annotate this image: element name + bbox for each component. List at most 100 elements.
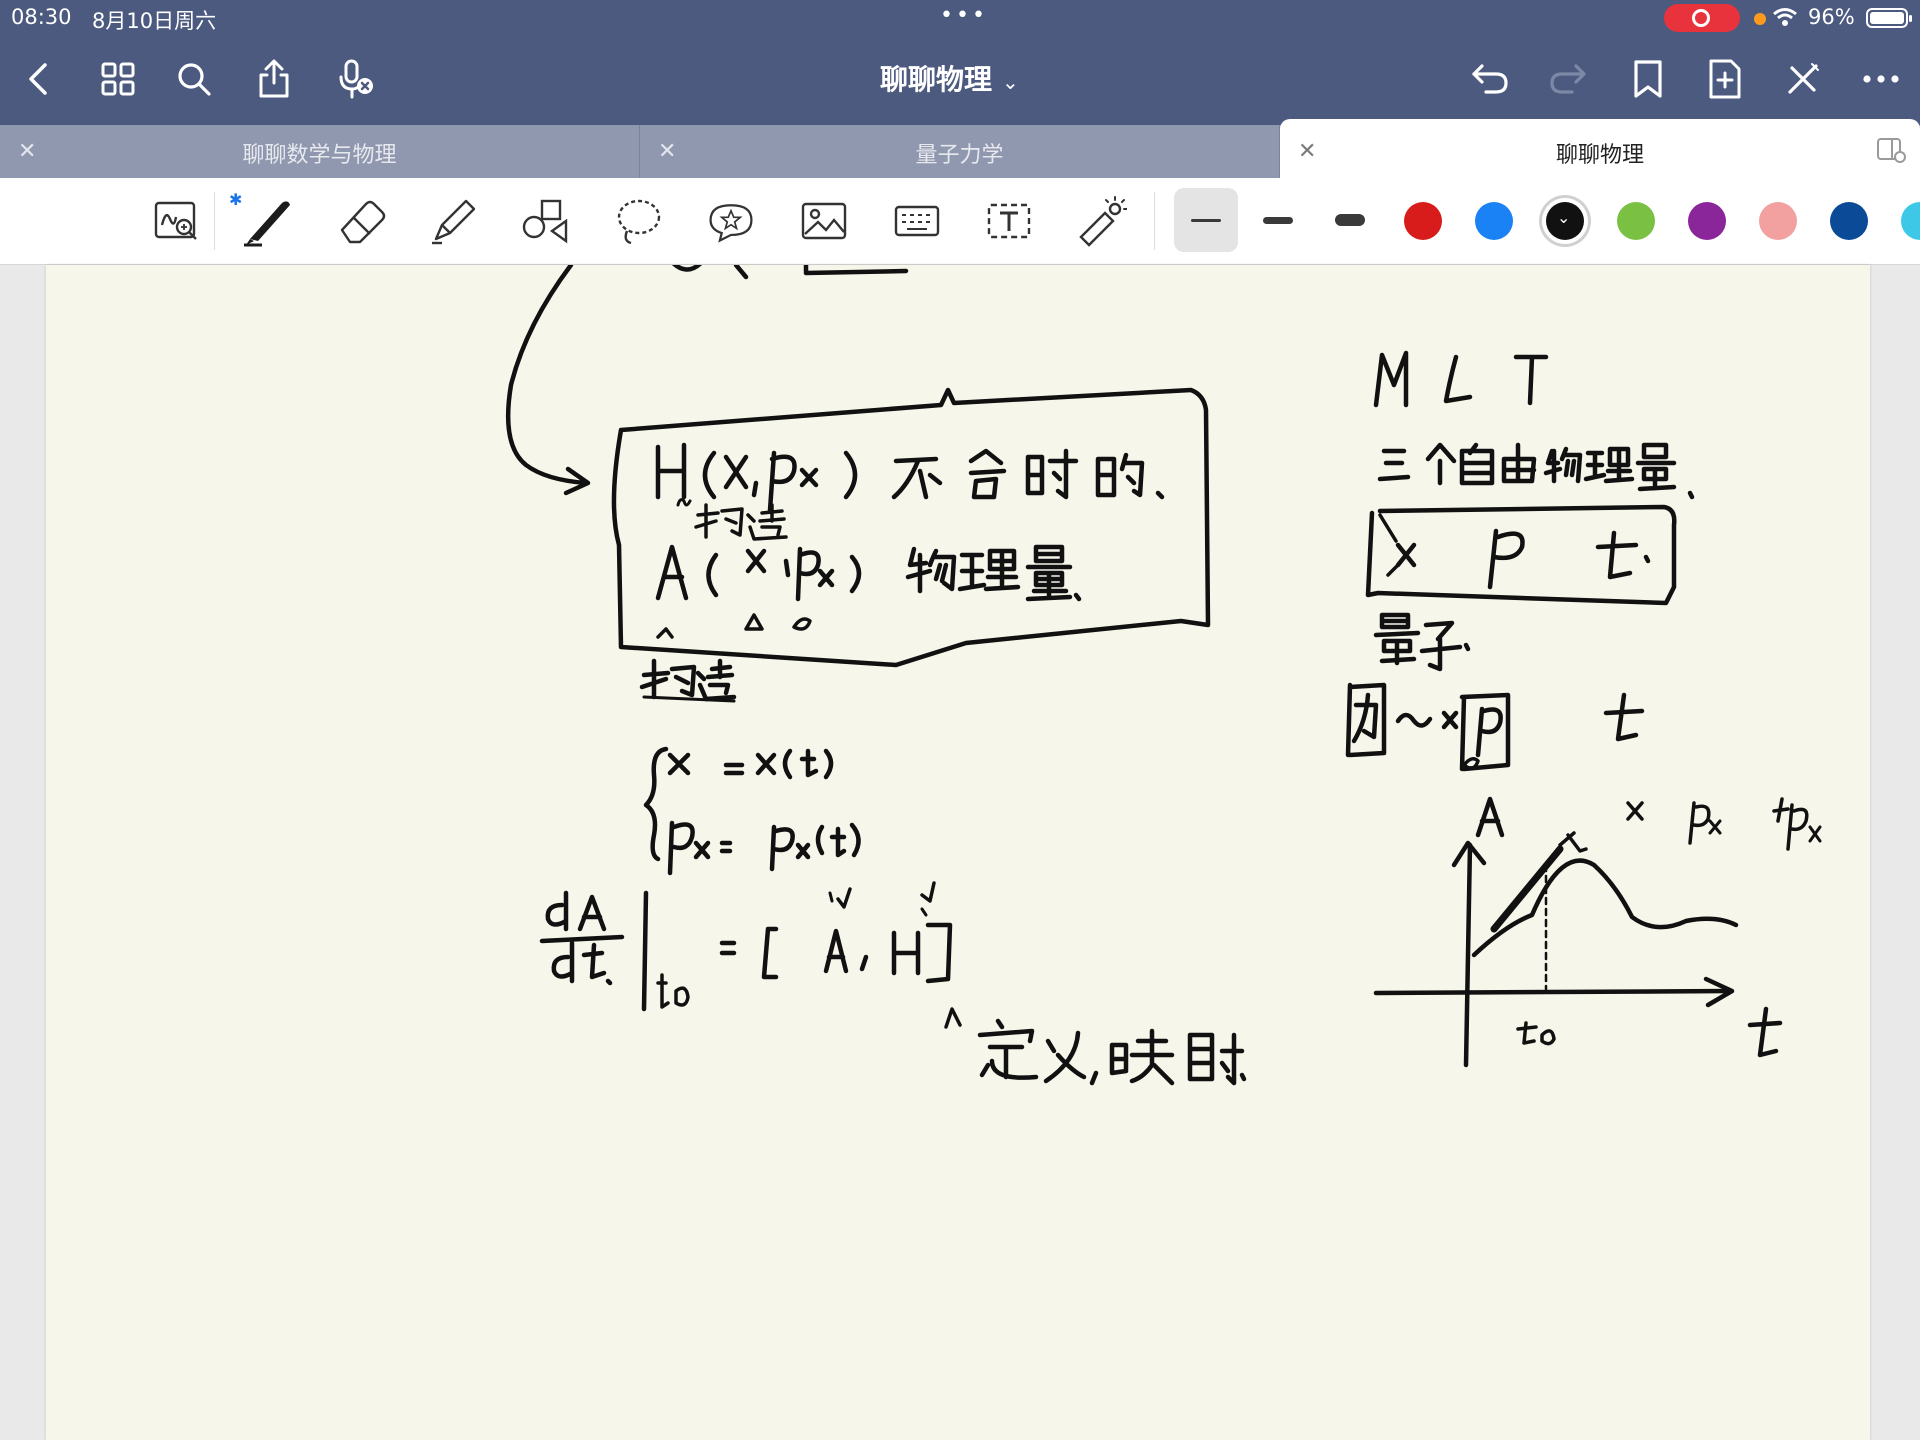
status-time: 08:30 [11, 5, 72, 29]
note-page[interactable] [46, 265, 1870, 1440]
tab-quantum-mechanics[interactable]: ✕ 量子力学 [640, 125, 1280, 178]
char-zi [1419, 620, 1463, 672]
share-icon[interactable] [250, 55, 298, 103]
color-pink-swatch[interactable] [1759, 202, 1797, 240]
letter-A [577, 894, 607, 932]
label-A [1475, 796, 1505, 838]
comma [859, 954, 869, 972]
add-page-icon[interactable] [1701, 55, 1749, 103]
char-li [957, 548, 1021, 592]
toolbar-divider [214, 192, 215, 250]
toolbar-divider [1154, 192, 1155, 250]
status-date: 8月10日周六 [92, 9, 217, 33]
tab-label: 量子力学 [915, 143, 1004, 168]
grid-icon[interactable] [94, 55, 142, 103]
char-gou [639, 658, 697, 700]
keyboard-icon[interactable] [891, 194, 943, 248]
letter-p [767, 450, 797, 513]
fraction-bar [539, 934, 625, 944]
letter-p [1487, 528, 1525, 590]
arrow-down [836, 887, 852, 909]
letter-t [1595, 530, 1639, 580]
letter-d [551, 940, 575, 984]
handwriting-canvas[interactable] [46, 265, 1870, 1440]
arrow-down [920, 881, 936, 903]
chevron-down-icon: ⌄ [1557, 208, 1571, 227]
graph-y-axis [1463, 842, 1473, 1068]
shapes-icon[interactable] [520, 194, 572, 248]
char-san [1377, 448, 1411, 482]
letter-H [891, 930, 921, 976]
paren [849, 554, 862, 594]
letter-x [667, 752, 691, 776]
letter-p [769, 824, 795, 872]
laser-pointer-icon[interactable] [1075, 194, 1127, 248]
eraser-icon[interactable] [336, 194, 388, 248]
close-pen-icon[interactable] [1779, 55, 1827, 103]
letter-x [755, 752, 777, 776]
bookmark-icon[interactable] [1624, 55, 1672, 103]
zoom-lasso-icon[interactable] [151, 194, 203, 248]
stroke-medium-button[interactable] [1246, 188, 1310, 252]
back-icon[interactable] [14, 55, 62, 103]
letter-p [795, 546, 821, 602]
char-zao [746, 503, 788, 541]
split-view-icon[interactable] [1876, 137, 1906, 163]
label-t [1747, 1006, 1783, 1058]
lasso-icon[interactable] [613, 194, 665, 248]
color-blue-swatch[interactable] [1475, 202, 1513, 240]
letter-A [823, 928, 849, 974]
label-k [1558, 831, 1588, 853]
pen-icon[interactable] [242, 194, 294, 248]
label-x [1626, 801, 1644, 821]
chevron-down-icon[interactable]: ⌄ [1002, 70, 1019, 94]
text-box-icon[interactable] [983, 194, 1035, 248]
dot [1073, 592, 1082, 602]
dot [1687, 490, 1695, 500]
color-green-swatch[interactable] [1617, 202, 1655, 240]
circle-mark [792, 617, 812, 631]
char-liang [1635, 442, 1677, 492]
color-red-swatch[interactable] [1404, 202, 1442, 240]
highlighter-icon[interactable] [428, 194, 480, 248]
caret-mark [944, 1007, 962, 1029]
image-icon[interactable] [798, 194, 850, 248]
sticker-icon[interactable] [705, 194, 757, 248]
multitask-dots-icon[interactable]: ••• [940, 3, 988, 28]
bracket [761, 926, 779, 980]
document-title[interactable]: 聊聊物理 ⌄ [880, 58, 1019, 98]
letter-H [655, 442, 687, 500]
color-cyan-swatch[interactable] [1901, 202, 1920, 240]
box-outline [1365, 504, 1677, 606]
stroke-thick-button[interactable] [1318, 188, 1382, 252]
tab-math-physics[interactable]: ✕ 聊聊数学与物理 [0, 125, 640, 178]
evaluation-bar [641, 890, 649, 1012]
letter-x [723, 454, 749, 490]
paren [843, 450, 858, 500]
more-icon[interactable] [1857, 55, 1905, 103]
dot [1155, 490, 1165, 500]
char-ge [1425, 442, 1457, 486]
char-de [1095, 452, 1145, 498]
caret-mark [656, 627, 674, 639]
redo-icon[interactable] [1544, 55, 1592, 103]
screen-recording-icon[interactable] [1664, 4, 1740, 32]
box-outline [611, 387, 1211, 668]
tab-talk-physics[interactable]: ✕ 聊聊物理 [1280, 119, 1920, 178]
color-purple-swatch[interactable] [1688, 202, 1726, 240]
undo-icon[interactable] [1466, 55, 1514, 103]
char-liang [1025, 544, 1073, 602]
color-navy-swatch[interactable] [1830, 202, 1868, 240]
letter-L [1443, 354, 1473, 404]
char-ding [977, 1018, 1039, 1080]
label-p [1688, 801, 1711, 845]
letter-A [655, 544, 689, 601]
char-zi [1459, 442, 1495, 486]
stroke-thin-button[interactable] [1174, 188, 1238, 252]
sub-t0 [656, 973, 690, 1009]
char-you [1501, 442, 1537, 484]
mic-off-icon[interactable] [332, 55, 380, 103]
color-black-swatch[interactable]: ⌄ [1546, 202, 1584, 240]
search-icon[interactable] [170, 55, 218, 103]
battery-icon [1866, 8, 1912, 28]
